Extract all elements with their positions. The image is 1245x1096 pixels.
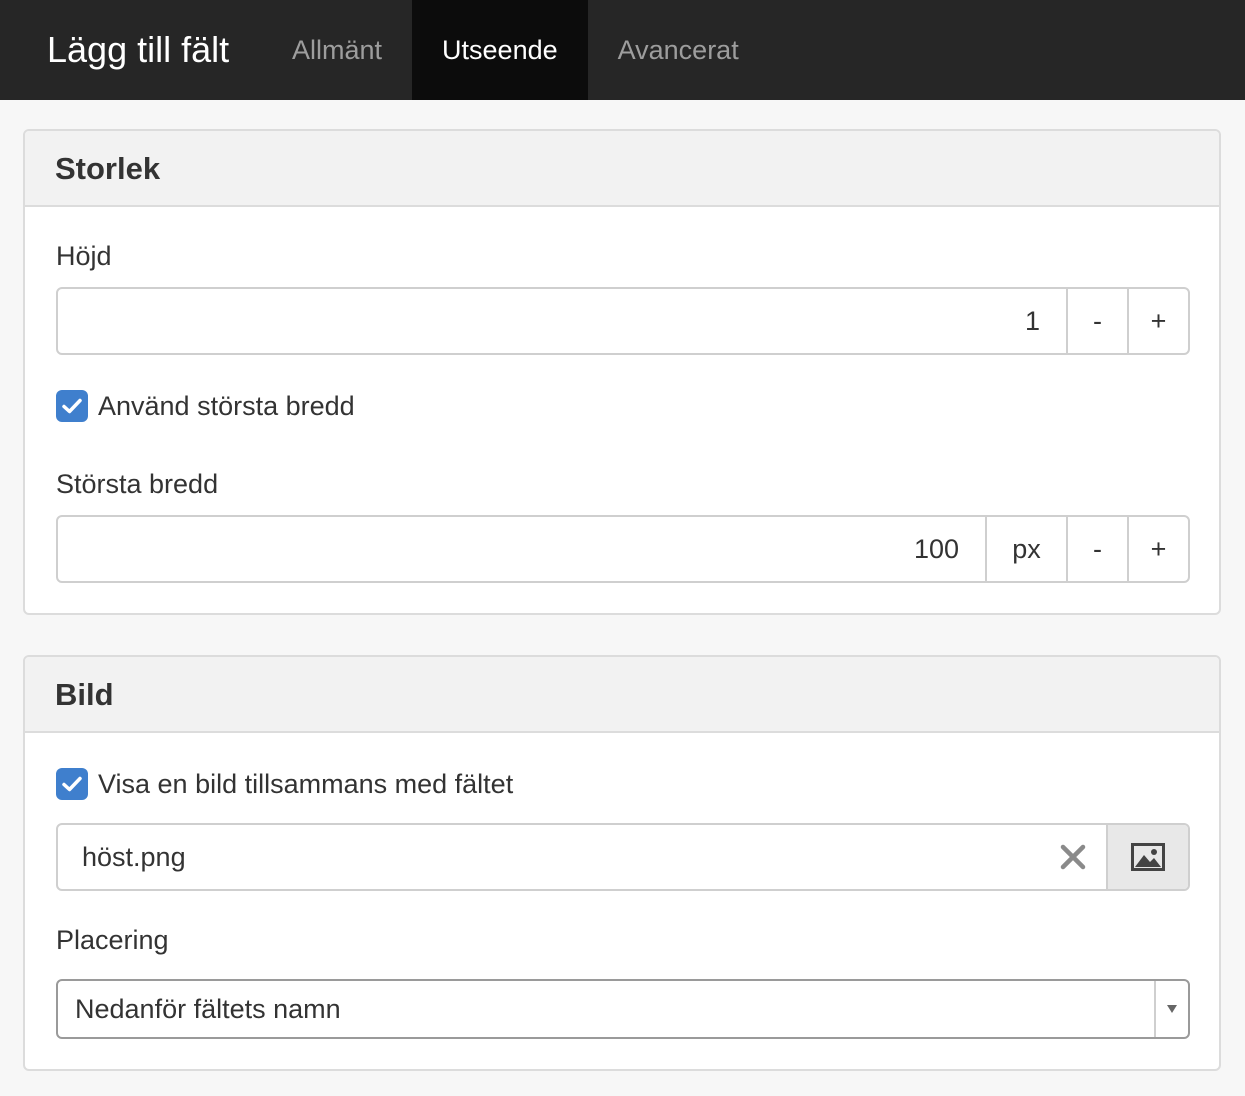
max-width-input[interactable]: 100 — [58, 517, 985, 581]
height-input[interactable]: 1 — [58, 289, 1066, 353]
show-image-row: Visa en bild tillsammans med fältet — [56, 767, 513, 801]
top-navbar: Lägg till fält Allmänt Utseende Avancera… — [0, 0, 1245, 100]
image-file-name: höst.png — [82, 842, 186, 872]
height-decrement-button[interactable]: - — [1066, 289, 1127, 353]
size-panel: Storlek Höjd 1 - + Använd största bredd … — [23, 129, 1221, 615]
dialog-title: Lägg till fält — [47, 29, 230, 70]
height-label: Höjd — [56, 241, 112, 271]
use-max-width-label: Använd största bredd — [98, 390, 355, 421]
use-max-width-checkbox[interactable] — [56, 390, 88, 422]
placement-selected-value: Nedanför fältets namn — [75, 994, 341, 1024]
max-width-unit: px — [985, 517, 1066, 581]
height-increment-button[interactable]: + — [1127, 289, 1188, 353]
max-width-stepper: 100 px - + — [56, 515, 1190, 583]
checkmark-icon — [62, 776, 82, 792]
image-panel: Bild Visa en bild tillsammans med fältet… — [23, 655, 1221, 1071]
tab-advanced[interactable]: Avancerat — [588, 0, 769, 100]
browse-image-button[interactable] — [1106, 825, 1188, 889]
checkmark-icon — [62, 398, 82, 414]
show-image-label: Visa en bild tillsammans med fältet — [98, 768, 514, 799]
size-panel-heading: Storlek — [25, 131, 1219, 207]
max-width-decrement-button[interactable]: - — [1066, 517, 1127, 581]
chevron-down-icon — [1154, 981, 1188, 1037]
placement-label: Placering — [56, 925, 169, 955]
show-image-checkbox[interactable] — [56, 768, 88, 800]
max-width-label: Största bredd — [56, 469, 219, 499]
image-panel-heading: Bild — [25, 657, 1219, 733]
clear-image-button[interactable] — [1040, 825, 1106, 889]
tab-general[interactable]: Allmänt — [262, 0, 412, 100]
height-stepper: 1 - + — [56, 287, 1190, 355]
placement-select[interactable]: Nedanför fältets namn — [56, 979, 1190, 1039]
image-icon — [1131, 843, 1165, 871]
tab-appearance[interactable]: Utseende — [412, 0, 588, 100]
max-width-increment-button[interactable]: + — [1127, 517, 1188, 581]
image-file-field: höst.png — [56, 823, 1190, 891]
use-max-width-row: Använd största bredd — [56, 389, 355, 423]
close-icon — [1060, 844, 1086, 870]
